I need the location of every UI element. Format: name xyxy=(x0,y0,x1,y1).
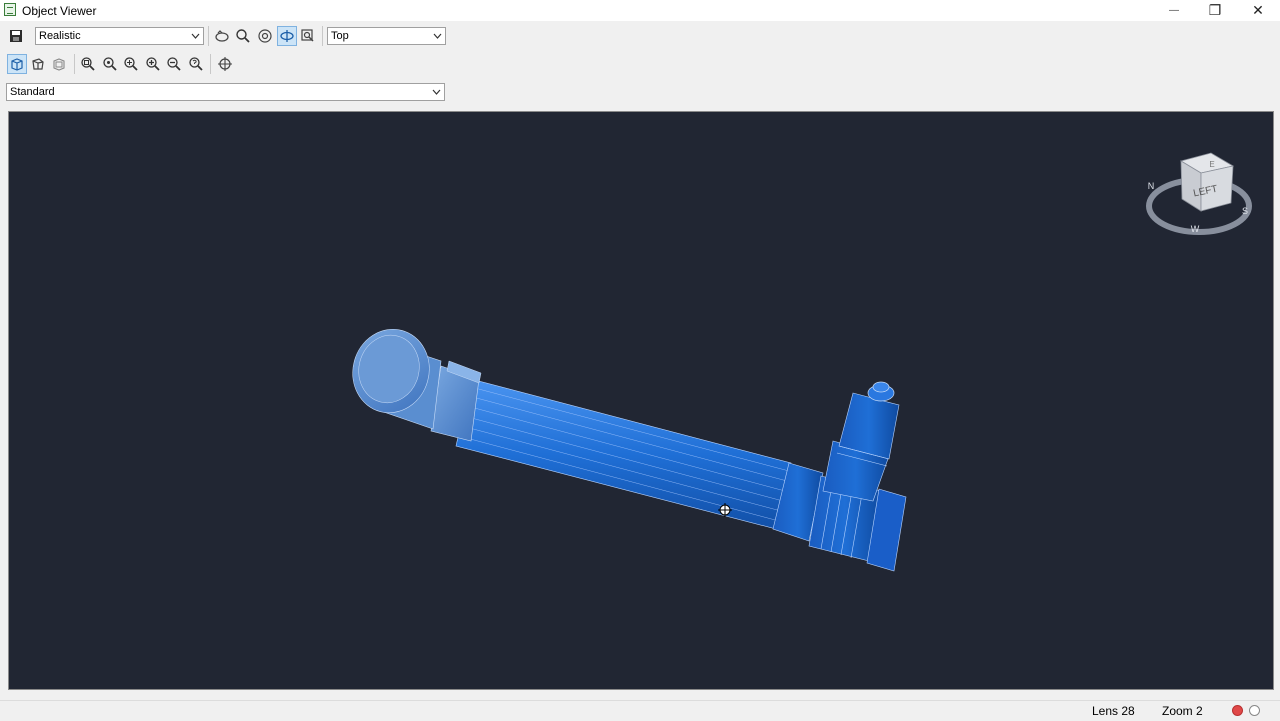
continuous-orbit-button[interactable] xyxy=(277,26,297,46)
viewport-presets-icon xyxy=(301,29,314,42)
save-button[interactable] xyxy=(6,26,26,46)
magnifier-icon xyxy=(236,29,250,43)
zoom-previous-button[interactable] xyxy=(186,54,206,74)
stop-icon[interactable] xyxy=(1249,705,1260,716)
visual-style-value: Realistic xyxy=(39,30,81,42)
wireframe-button[interactable] xyxy=(49,54,69,74)
ucs-icon-button[interactable] xyxy=(215,54,235,74)
perspective-projection-icon xyxy=(32,58,44,70)
presets-button[interactable] xyxy=(298,26,318,46)
compass-north: N xyxy=(1148,181,1155,191)
perspective-view-button[interactable] xyxy=(28,54,48,74)
record-icon[interactable] xyxy=(1232,705,1243,716)
restore-icon: ❐ xyxy=(1208,2,1222,18)
pipe-model[interactable] xyxy=(343,321,907,572)
toolbar-separator xyxy=(74,54,75,74)
toolbar-area: Realistic Top Standard xyxy=(0,21,1280,109)
compass-east: E xyxy=(1209,160,1214,169)
compass-west: W xyxy=(1191,224,1200,234)
parallel-view-button[interactable] xyxy=(7,54,27,74)
parallel-projection-icon xyxy=(11,58,23,71)
viewcube[interactable]: LEFT N S W E xyxy=(1146,152,1252,235)
zoom-center-icon xyxy=(103,57,117,71)
orbit-button[interactable] xyxy=(212,26,232,46)
zoom-out-icon xyxy=(167,57,181,71)
chevron-down-icon xyxy=(431,84,441,100)
free-orbit-button[interactable] xyxy=(255,26,275,46)
zoom-window-button[interactable] xyxy=(78,54,98,74)
ucs-value: Standard xyxy=(10,86,55,98)
compass-south: S xyxy=(1242,206,1248,216)
save-icon xyxy=(10,30,22,42)
toolbar-separator xyxy=(322,26,323,46)
zoom-extents-button[interactable] xyxy=(121,54,141,74)
zoom-status: Zoom 2 xyxy=(1162,704,1203,718)
toolbar-separator xyxy=(210,54,211,74)
view-select[interactable]: Top xyxy=(327,27,446,45)
zoom-in-button[interactable] xyxy=(143,54,163,74)
chevron-down-icon xyxy=(190,28,200,44)
crosshair-icon xyxy=(218,57,232,71)
minimize-button[interactable]: — xyxy=(1152,0,1196,21)
view-value: Top xyxy=(331,30,349,42)
ucs-select[interactable]: Standard xyxy=(6,83,445,101)
continuous-orbit-icon xyxy=(280,30,294,42)
toolbar-separator xyxy=(208,26,209,46)
close-icon: ✕ xyxy=(1252,2,1264,18)
chevron-down-icon xyxy=(432,28,442,44)
minimize-icon: — xyxy=(1169,5,1179,16)
model-viewport[interactable]: LEFT N S W E xyxy=(8,111,1274,690)
lens-status: Lens 28 xyxy=(1092,704,1135,718)
orbit-icon xyxy=(215,30,229,42)
app-icon xyxy=(4,3,16,16)
zoom-realtime-button[interactable] xyxy=(233,26,253,46)
restore-button[interactable]: ❐ xyxy=(1193,0,1237,21)
visual-style-select[interactable]: Realistic xyxy=(35,27,204,45)
zoom-extents-icon xyxy=(124,57,138,71)
free-orbit-icon xyxy=(258,29,272,43)
close-button[interactable]: ✕ xyxy=(1236,0,1280,21)
zoom-previous-icon xyxy=(189,57,203,71)
title-bar: Object Viewer — ❐ ✕ xyxy=(0,0,1280,21)
model-canvas[interactable]: LEFT N S W E xyxy=(9,112,1273,689)
zoom-window-icon xyxy=(81,57,95,71)
status-bar: Lens 28 Zoom 2 xyxy=(0,700,1280,721)
zoom-out-button[interactable] xyxy=(164,54,184,74)
window-title: Object Viewer xyxy=(22,4,97,18)
pipe-body xyxy=(455,378,792,530)
wireframe-icon xyxy=(53,58,65,71)
zoom-in-icon xyxy=(146,57,160,71)
zoom-center-button[interactable] xyxy=(100,54,120,74)
